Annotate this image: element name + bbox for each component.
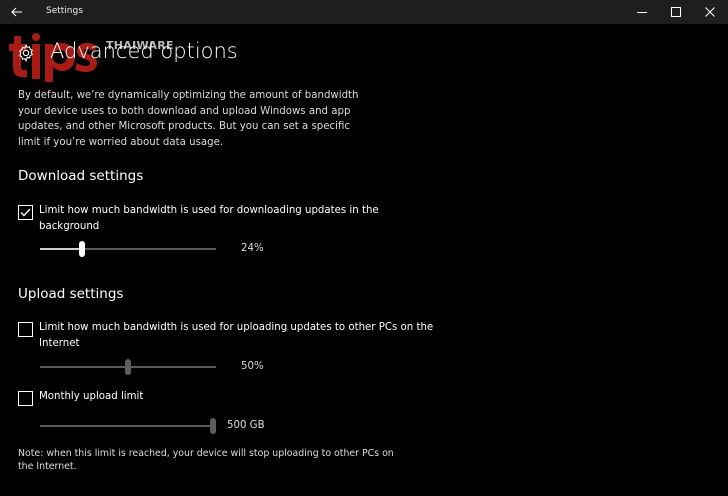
slider-fill xyxy=(40,366,128,368)
monthly-upload-limit-label: Monthly upload limit xyxy=(39,391,144,402)
monthly-upload-slider-value: 500 GB xyxy=(227,420,265,431)
window-title: Settings xyxy=(46,6,83,16)
download-limit-option[interactable]: Limit how much bandwidth is used for dow… xyxy=(18,203,438,233)
title-bar: Settings xyxy=(0,0,728,24)
download-limit-label: Limit how much bandwidth is used for dow… xyxy=(39,205,379,232)
upload-limit-option[interactable]: Limit how much bandwidth is used for upl… xyxy=(18,320,438,350)
slider-fill xyxy=(40,248,82,250)
upload-limit-label: Limit how much bandwidth is used for upl… xyxy=(39,322,434,349)
download-settings-heading: Download settings xyxy=(18,168,144,184)
upload-limit-note: Note: when this limit is reached, your d… xyxy=(18,448,394,472)
upload-bandwidth-slider[interactable] xyxy=(40,359,216,375)
monthly-upload-slider[interactable] xyxy=(40,418,216,434)
minimize-button[interactable] xyxy=(627,2,657,22)
upload-settings-heading: Upload settings xyxy=(18,286,124,302)
slider-thumb[interactable] xyxy=(125,359,131,375)
checkmark-icon xyxy=(20,208,31,217)
upload-limit-checkbox[interactable] xyxy=(18,322,33,337)
page-title: Advanced options xyxy=(50,39,238,63)
minimize-icon xyxy=(637,12,647,13)
gear-icon xyxy=(19,44,33,62)
maximize-icon xyxy=(671,7,681,17)
back-arrow-icon xyxy=(11,7,22,17)
download-limit-checkbox[interactable] xyxy=(18,205,33,220)
download-bandwidth-slider[interactable] xyxy=(40,241,216,257)
slider-fill xyxy=(40,425,216,427)
close-icon xyxy=(705,7,715,17)
close-button[interactable] xyxy=(695,2,725,22)
maximize-button[interactable] xyxy=(661,2,691,22)
download-slider-value: 24% xyxy=(241,243,264,254)
slider-thumb[interactable] xyxy=(210,418,216,434)
description-text: By default, we’re dynamically optimizing… xyxy=(18,90,359,148)
slider-thumb[interactable] xyxy=(79,241,85,257)
upload-slider-value: 50% xyxy=(241,361,264,372)
back-button[interactable] xyxy=(6,2,28,22)
monthly-upload-limit-option[interactable]: Monthly upload limit xyxy=(18,389,438,419)
monthly-upload-limit-checkbox[interactable] xyxy=(18,391,33,406)
